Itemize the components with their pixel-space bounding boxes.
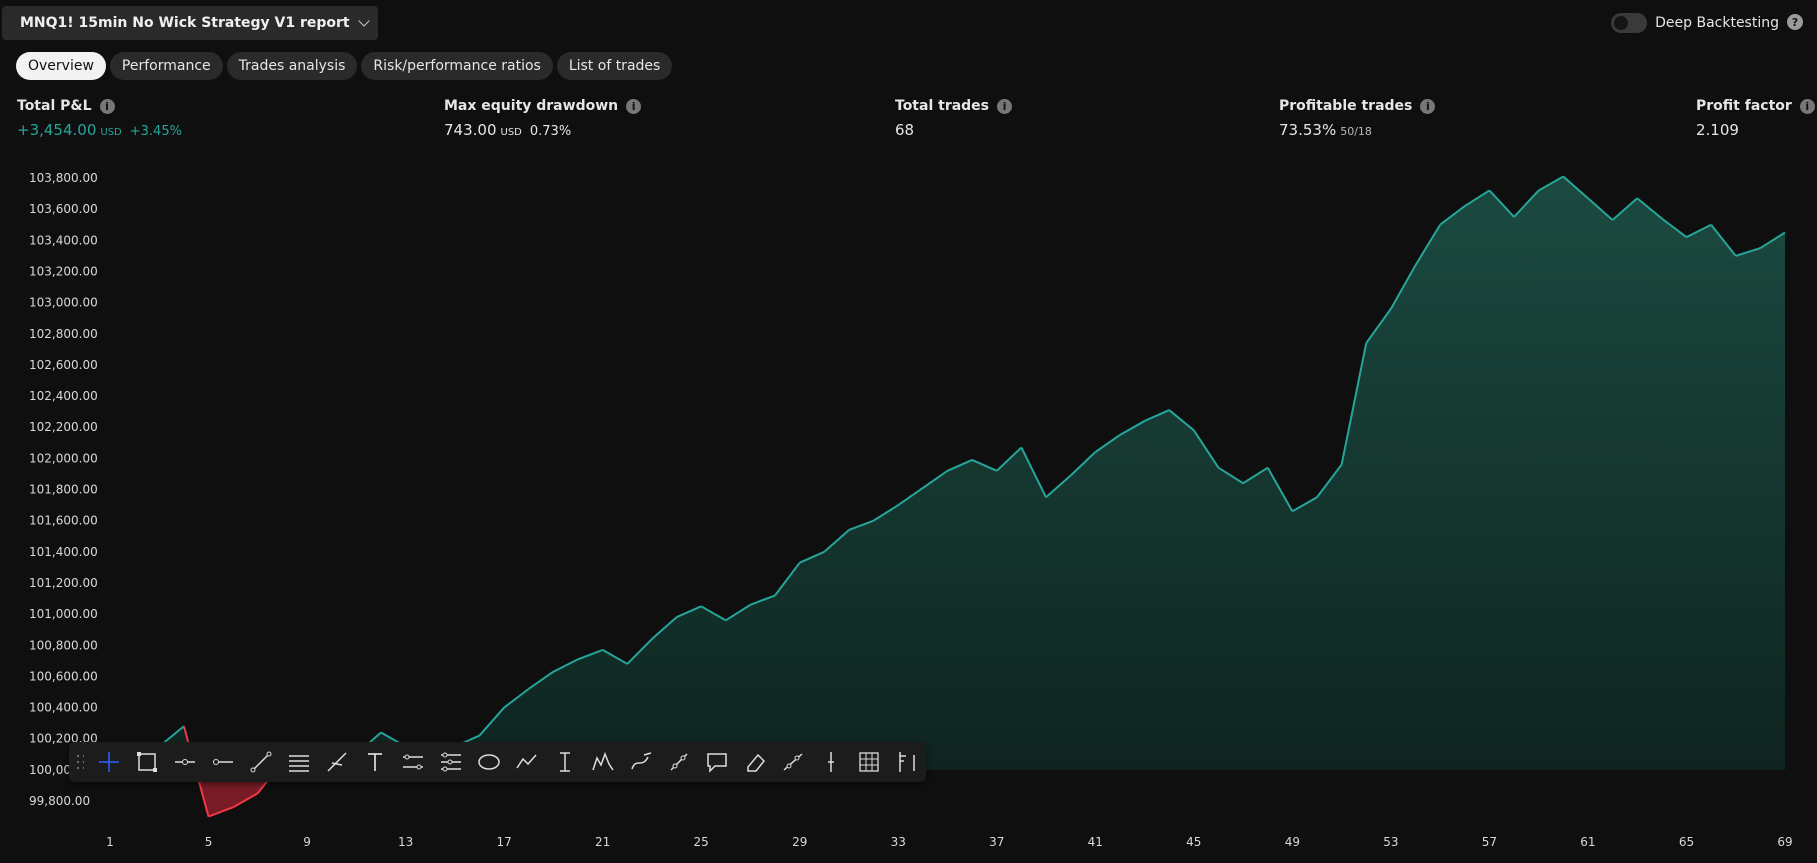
y-tick-label: 100,800.00 (29, 638, 98, 652)
arrow-line-icon (327, 752, 347, 772)
horizontal-ray-tool-button[interactable] (166, 744, 204, 780)
long-position-icon (441, 752, 461, 772)
x-tick-label: 17 (496, 835, 511, 849)
y-axis: 103,800.00 103,600.00 103,400.00 103,200.00… (29, 171, 98, 808)
x-tick-label: 13 (398, 835, 413, 849)
drawing-toolbar[interactable] (69, 742, 926, 782)
y-tick-label: 101,800.00 (29, 483, 98, 497)
vertical-line-icon (828, 752, 834, 772)
long-position-tool-button[interactable] (432, 744, 470, 780)
x-tick-label: 25 (694, 835, 709, 849)
flag-measure-icon (899, 752, 915, 772)
measure-icon (670, 753, 688, 771)
x-tick-label: 53 (1383, 835, 1398, 849)
x-axis: 1 5 9 13 17 21 25 29 33 37 41 45 49 53 57 61 65 69 (106, 835, 1792, 849)
y-tick-label: 101,600.00 (29, 514, 98, 528)
trend-line-icon (250, 751, 272, 773)
measure-tool-button[interactable] (660, 744, 698, 780)
callout-icon (707, 753, 727, 773)
ellipse-icon (478, 754, 500, 770)
y-tick-label: 100,600.00 (29, 669, 98, 683)
x-tick-label: 21 (595, 835, 610, 849)
x-tick-label: 45 (1186, 835, 1201, 849)
grid-tool-button[interactable] (850, 744, 888, 780)
trend-line-tool-button[interactable] (242, 744, 280, 780)
brush-icon (631, 752, 652, 770)
x-tick-label: 33 (891, 835, 906, 849)
text-tool-button[interactable] (356, 744, 394, 780)
price-range-icon (560, 752, 570, 772)
price-range-tool-button[interactable] (546, 744, 584, 780)
drag-handle[interactable] (75, 753, 84, 771)
y-tick-label: 102,400.00 (29, 389, 98, 403)
anchored-line-tool-button[interactable] (774, 744, 812, 780)
pattern-tool-button[interactable] (584, 744, 622, 780)
y-tick-label: 101,000.00 (29, 607, 98, 621)
polyline-icon (516, 754, 537, 769)
x-tick-label: 57 (1482, 835, 1497, 849)
equity-chart[interactable]: 103,800.00 103,600.00 103,400.00 103,200.00… (0, 0, 1817, 863)
y-tick-label: 101,200.00 (29, 576, 98, 590)
ellipse-tool-button[interactable] (470, 744, 508, 780)
parallel-lines-icon (289, 755, 309, 772)
parallel-lines-tool-button[interactable] (280, 744, 318, 780)
y-tick-label: 101,400.00 (29, 545, 98, 559)
flag-measure-tool-button[interactable] (888, 744, 926, 780)
eraser-tool-button[interactable] (736, 744, 774, 780)
info-line-tool-button[interactable] (394, 744, 432, 780)
x-tick-label: 65 (1679, 835, 1694, 849)
crosshair-tool-button[interactable] (90, 744, 128, 780)
arrow-line-tool-button[interactable] (318, 744, 356, 780)
x-tick-label: 41 (1088, 835, 1103, 849)
y-tick-label: 103,200.00 (29, 264, 98, 278)
y-tick-label: 103,400.00 (29, 233, 98, 247)
toolbar-tools (90, 744, 926, 780)
horizontal-line-tool-button[interactable] (204, 744, 242, 780)
text-icon (368, 753, 382, 771)
y-tick-label: 102,600.00 (29, 358, 98, 372)
callout-tool-button[interactable] (698, 744, 736, 780)
x-tick-label: 29 (792, 835, 807, 849)
horizontal-ray-icon (175, 759, 195, 765)
x-tick-label: 61 (1580, 835, 1595, 849)
horizontal-line-icon (213, 759, 233, 765)
brush-tool-button[interactable] (622, 744, 660, 780)
x-tick-label: 1 (106, 835, 114, 849)
x-tick-label: 37 (989, 835, 1004, 849)
vertical-line-tool-button[interactable] (812, 744, 850, 780)
polyline-tool-button[interactable] (508, 744, 546, 780)
info-line-icon (403, 754, 423, 770)
x-tick-label: 49 (1285, 835, 1300, 849)
x-tick-label: 9 (303, 835, 311, 849)
y-tick-label: 102,200.00 (29, 420, 98, 434)
x-tick-label: 5 (205, 835, 213, 849)
equity-positive-area (110, 176, 1785, 770)
pattern-icon (592, 751, 614, 771)
eraser-icon (747, 753, 766, 772)
y-tick-label: 103,600.00 (29, 202, 98, 216)
y-tick-label: 102,000.00 (29, 451, 98, 465)
rectangle-select-tool-button[interactable] (128, 744, 166, 780)
anchored-line-icon (783, 753, 803, 771)
grid-icon (859, 752, 879, 772)
y-tick-label: 103,800.00 (29, 171, 98, 185)
y-tick-label: 103,000.00 (29, 296, 98, 310)
rectangle-select-icon (137, 752, 157, 772)
y-tick-label: 99,800.00 (29, 794, 90, 808)
y-tick-label: 100,400.00 (29, 701, 98, 715)
crosshair-icon (99, 752, 119, 772)
x-tick-label: 69 (1777, 835, 1792, 849)
y-tick-label: 102,800.00 (29, 327, 98, 341)
